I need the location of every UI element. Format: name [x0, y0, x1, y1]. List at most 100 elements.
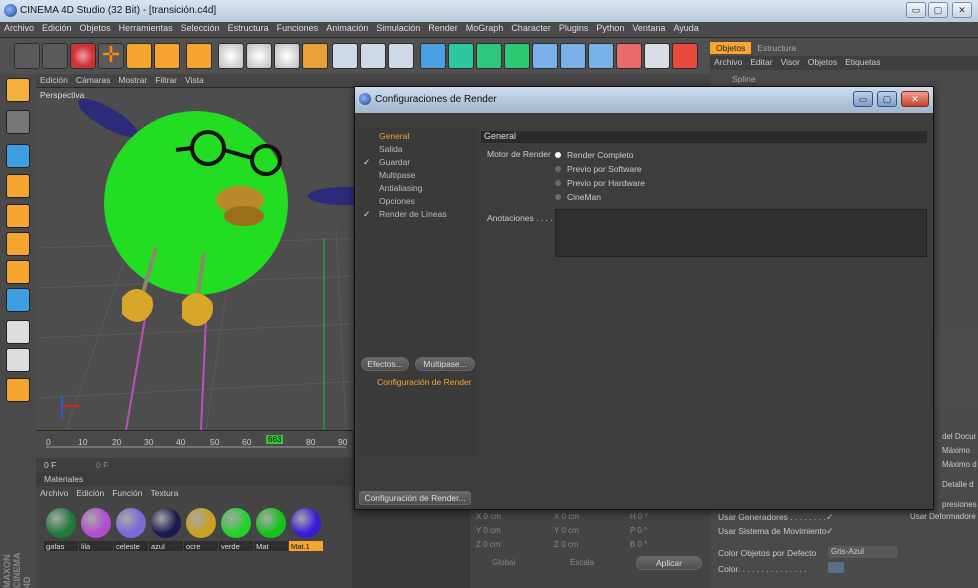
material-swatch[interactable] [256, 508, 286, 538]
obj-menu-archivo[interactable]: Archivo [710, 56, 746, 68]
tree-item[interactable]: Render de Líneas [379, 209, 447, 219]
rot-b-field[interactable]: B 0 ° [630, 540, 647, 549]
menu-herramientas[interactable]: Herramientas [115, 22, 177, 34]
y-axis-lock-icon[interactable] [246, 43, 272, 69]
menu-animacion[interactable]: Animación [322, 22, 372, 34]
polygons-mode-icon[interactable] [6, 204, 30, 228]
engine-radio[interactable] [555, 166, 561, 172]
color-objetos-select[interactable]: Gris-Azul [828, 546, 898, 558]
annotations-textarea[interactable] [555, 209, 927, 257]
material-label[interactable]: ocre [184, 541, 218, 551]
obj-menu-objetos[interactable]: Objetos [804, 56, 841, 68]
start-frame-field[interactable]: 0 F [44, 460, 56, 470]
points-mode-icon[interactable] [6, 144, 30, 168]
menu-seleccion[interactable]: Selección [177, 22, 224, 34]
material-label[interactable]: azul [149, 541, 183, 551]
timeline[interactable]: 0 10 20 30 40 50 60 663 80 90 [36, 430, 352, 458]
engine-radio[interactable] [555, 194, 561, 200]
tree-checkbox[interactable]: ✓ [363, 157, 371, 168]
edges-mode-icon[interactable] [6, 174, 30, 198]
deformer-icon[interactable] [532, 43, 558, 69]
tree-item[interactable]: Multipase [379, 170, 415, 180]
vp-menu-vista[interactable]: Vista [181, 74, 208, 86]
tab-objetos[interactable]: Objetos [710, 42, 752, 54]
end-frame-field[interactable]: 0 F [96, 460, 108, 470]
size-x-field[interactable]: X 0 cm [554, 512, 579, 521]
tree-checkbox[interactable]: ✓ [363, 209, 371, 220]
menu-edicion[interactable]: Edición [38, 22, 76, 34]
tweak-mode-icon[interactable] [6, 260, 30, 284]
material-label[interactable]: lila [79, 541, 113, 551]
mat-menu-edicion[interactable]: Edición [72, 486, 108, 500]
material-label[interactable]: verde [219, 541, 253, 551]
current-frame-marker[interactable]: 663 [266, 435, 284, 444]
spline-pen-icon[interactable] [448, 43, 474, 69]
mat-menu-archivo[interactable]: Archivo [36, 486, 72, 500]
rotate-icon[interactable] [154, 43, 180, 69]
tree-item[interactable]: Guardar [379, 157, 410, 167]
menu-render[interactable]: Render [424, 22, 462, 34]
usar-generadores-checkbox[interactable]: ✓ [826, 512, 834, 523]
axis-mode-icon[interactable] [6, 232, 30, 256]
material-swatch[interactable] [151, 508, 181, 538]
menu-funciones[interactable]: Funciones [273, 22, 323, 34]
material-label[interactable]: gafas [44, 541, 78, 551]
camera-icon[interactable] [588, 43, 614, 69]
color-swatch[interactable] [828, 562, 844, 573]
obj-menu-visor[interactable]: Visor [777, 56, 804, 68]
menu-ventana[interactable]: Ventana [628, 22, 669, 34]
tab-estructura[interactable]: Estructura [751, 42, 802, 54]
tree-item[interactable]: Opciones [379, 196, 415, 206]
menu-character[interactable]: Character [507, 22, 555, 34]
obj-menu-etiquetas[interactable]: Etiquetas [841, 56, 884, 68]
effects-button[interactable]: Efectos... [361, 357, 409, 371]
texture-mode-icon[interactable] [6, 110, 30, 134]
menu-ayuda[interactable]: Ayuda [669, 22, 702, 34]
material-swatch[interactable] [46, 508, 76, 538]
rot-h-field[interactable]: H 0 ° [630, 512, 648, 521]
grid-icon[interactable] [6, 348, 30, 372]
vp-menu-filtrar[interactable]: Filtrar [151, 74, 181, 86]
dialog-maximize-button[interactable]: ▢ [877, 91, 897, 107]
recent-tool-icon[interactable] [186, 43, 212, 69]
model-mode-icon[interactable] [6, 78, 30, 102]
x-axis-lock-icon[interactable] [218, 43, 244, 69]
material-swatch[interactable] [81, 508, 111, 538]
material-label[interactable]: celeste [114, 541, 148, 551]
vp-menu-edicion[interactable]: Edición [36, 74, 72, 86]
workplane-icon[interactable] [6, 320, 30, 344]
array-icon[interactable] [504, 43, 530, 69]
material-label[interactable]: Mat [254, 541, 288, 551]
render-picture-viewer-icon[interactable] [360, 43, 386, 69]
record-icon[interactable] [672, 43, 698, 69]
multipass-button[interactable]: Multipase... [415, 357, 475, 371]
material-swatch[interactable] [291, 508, 321, 538]
rot-p-field[interactable]: P 0 ° [630, 526, 647, 535]
menu-python[interactable]: Python [592, 22, 628, 34]
move-icon[interactable]: ✛ [98, 43, 124, 69]
render-config-button[interactable]: Configuración de Render... [359, 491, 471, 505]
dialog-minimize-button[interactable]: ▭ [853, 91, 873, 107]
material-swatch[interactable] [186, 508, 216, 538]
menu-plugins[interactable]: Plugins [555, 22, 593, 34]
coordinate-system-icon[interactable] [302, 43, 328, 69]
cube-icon[interactable] [420, 43, 446, 69]
dialog-close-button[interactable]: ✕ [901, 91, 929, 107]
mat-menu-funcion[interactable]: Función [108, 486, 146, 500]
sculpt-icon[interactable] [6, 378, 30, 402]
material-swatch[interactable] [221, 508, 251, 538]
apply-button[interactable]: Aplicar [636, 556, 702, 570]
scale-icon[interactable] [126, 43, 152, 69]
coord-mode-select[interactable]: Global [492, 558, 515, 567]
snap-icon[interactable] [6, 288, 30, 312]
pos-x-field[interactable]: X 0 cm [476, 512, 501, 521]
tree-item[interactable]: Antialiasing [379, 183, 422, 193]
engine-radio[interactable] [555, 152, 561, 158]
maximize-button[interactable]: ▢ [928, 2, 948, 18]
undo-icon[interactable] [14, 43, 40, 69]
material-label[interactable]: Mat.1 [289, 541, 323, 551]
scale-mode-select[interactable]: Escala [570, 558, 594, 567]
render-settings-icon[interactable] [388, 43, 414, 69]
tree-item[interactable]: General [379, 131, 409, 141]
object-item-spline[interactable]: Spline [732, 74, 756, 84]
